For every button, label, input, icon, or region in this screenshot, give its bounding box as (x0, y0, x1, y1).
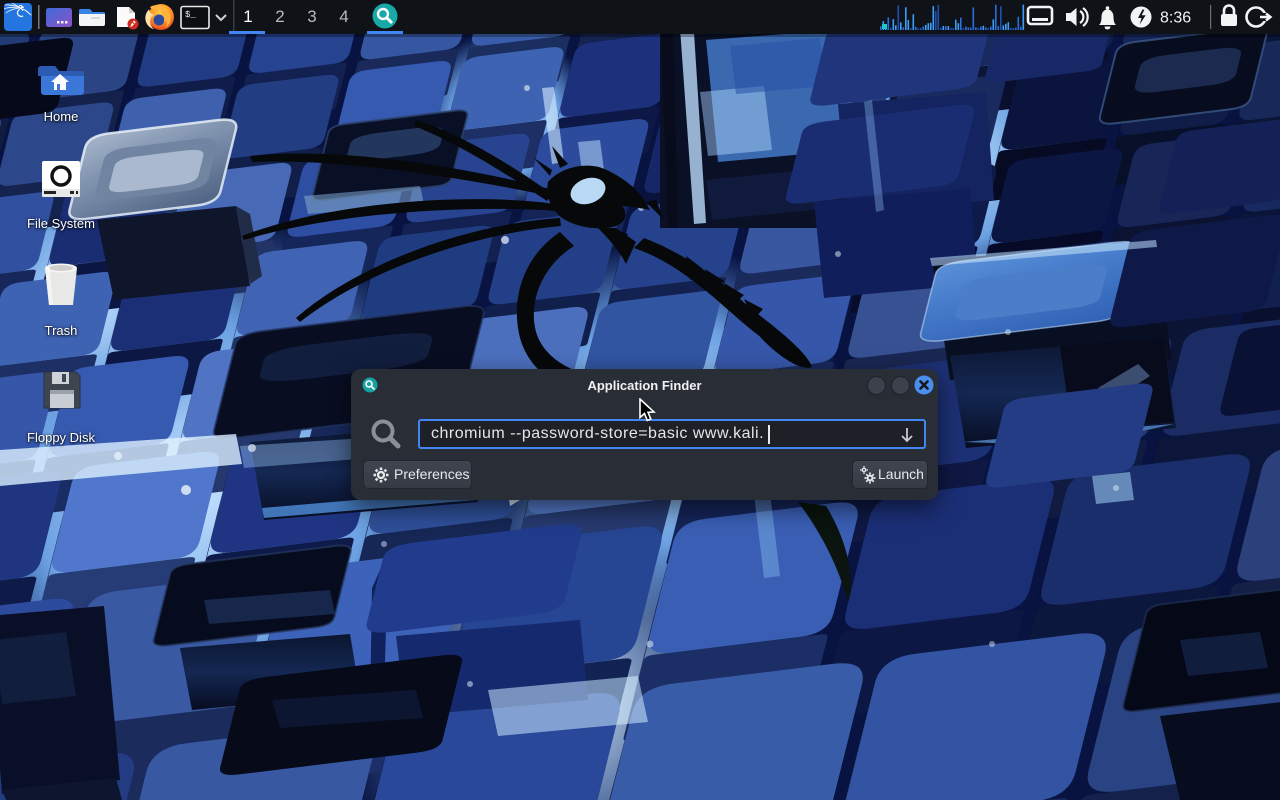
svg-text:8:36: 8:36 (1160, 10, 1191, 27)
svg-text:$_: $_ (185, 10, 196, 20)
